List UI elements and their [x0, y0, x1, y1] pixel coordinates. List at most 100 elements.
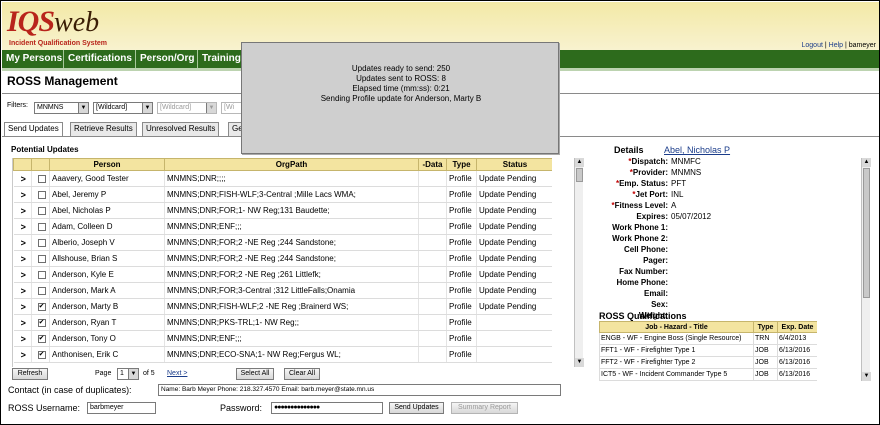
- filter-select-4[interactable]: [Wi: [221, 102, 243, 114]
- send-updates-button[interactable]: Send Updates: [389, 402, 444, 414]
- page-select[interactable]: 1 ▼: [117, 368, 139, 380]
- table-row[interactable]: > Anderson, Kyle E MNMNS;DNR;FOR;2 -NE Reg…: [13, 266, 552, 283]
- expand-chevron-icon[interactable]: >: [13, 234, 32, 251]
- refresh-button[interactable]: Refresh: [12, 368, 48, 380]
- row-checkbox[interactable]: [31, 202, 50, 219]
- detail-label-text: Work Phone 2:: [612, 234, 668, 243]
- scroll-thumb[interactable]: [576, 168, 583, 182]
- details-scrollbar[interactable]: ▲ ▼: [861, 158, 871, 381]
- row-checkbox[interactable]: ✔: [31, 346, 50, 363]
- unchecked-checkbox[interactable]: [37, 238, 46, 247]
- exp-date-column-header[interactable]: Exp. Date: [777, 321, 817, 333]
- row-checkbox[interactable]: [31, 218, 50, 235]
- table-row[interactable]: > Anderson, Mark A MNMNS;DNR;FOR;3-Central…: [13, 282, 552, 299]
- tab-unresolved-results[interactable]: Unresolved Results: [142, 122, 220, 136]
- scroll-thumb[interactable]: [863, 168, 870, 298]
- job-cell: ENGB - WF - Engine Boss (Single Resource…: [599, 332, 754, 345]
- expand-chevron-icon[interactable]: >: [13, 298, 32, 315]
- expand-chevron-icon[interactable]: >: [13, 170, 32, 187]
- scroll-down-icon[interactable]: ▼: [575, 358, 584, 367]
- unchecked-checkbox[interactable]: [37, 254, 46, 263]
- table-row[interactable]: ENGB - WF - Engine Boss (Single Resource…: [599, 332, 817, 345]
- table-row[interactable]: FFT1 - WF - Firefighter Type 1 JOB 6/13/20…: [599, 344, 817, 357]
- type-column-header[interactable]: Type: [753, 321, 778, 333]
- tab-retrieve-results[interactable]: Retrieve Results: [70, 122, 137, 136]
- nav-person-org[interactable]: Person/Org: [140, 53, 194, 64]
- unchecked-checkbox[interactable]: [37, 222, 46, 231]
- tab-send-updates[interactable]: Send Updates: [4, 122, 63, 137]
- row-checkbox[interactable]: [31, 282, 50, 299]
- expand-chevron-icon[interactable]: >: [13, 314, 32, 331]
- table-row[interactable]: ICT5 - WF - Incident Commander Type 5 JOB…: [599, 368, 817, 381]
- expand-chevron-icon[interactable]: >: [13, 250, 32, 267]
- expand-chevron-icon[interactable]: >: [13, 346, 32, 363]
- ross-qualifications-table: Job - Hazard - Title Type Exp. Date ENGB…: [599, 321, 817, 381]
- row-checkbox[interactable]: ✔: [31, 298, 50, 315]
- contact-field[interactable]: Name: Barb Meyer Phone: 218.327.4570 Ema…: [158, 384, 561, 396]
- detail-row: Home Phone:: [586, 278, 816, 289]
- nav-training[interactable]: Training: [202, 53, 241, 64]
- scroll-up-icon[interactable]: ▲: [862, 158, 871, 167]
- table-row[interactable]: > Abel, Nicholas P MNMNS;DNR;FOR;1- NW Reg…: [13, 202, 552, 219]
- clear-all-button[interactable]: Clear All: [284, 368, 320, 380]
- details-person-link[interactable]: Abel, Nicholas P: [664, 145, 730, 155]
- expand-chevron-icon[interactable]: >: [13, 202, 32, 219]
- summary-report-button[interactable]: Summary Report: [451, 402, 518, 414]
- checked-checkbox[interactable]: ✔: [37, 334, 46, 343]
- iqs-logo[interactable]: IQSweb Incident Qualification System: [7, 5, 107, 47]
- row-checkbox[interactable]: [31, 266, 50, 283]
- scroll-up-icon[interactable]: ▲: [575, 158, 584, 167]
- expand-chevron-icon[interactable]: >: [13, 282, 32, 299]
- type-column-header[interactable]: Type: [446, 158, 477, 171]
- table-row[interactable]: > Allshouse, Brian S MNMNS;DNR;FOR;2 -NE R…: [13, 250, 552, 267]
- checked-checkbox[interactable]: ✔: [37, 302, 46, 311]
- filter-select-1[interactable]: MNMNS ▼: [34, 102, 89, 114]
- select-all-button[interactable]: Select All: [236, 368, 274, 380]
- table-row[interactable]: > Abel, Jeremy P MNMNS;DNR;FISH-WLF;3-Cent…: [13, 186, 552, 203]
- data-column-header[interactable]: -Data: [418, 158, 447, 171]
- unchecked-checkbox[interactable]: [37, 270, 46, 279]
- table-row[interactable]: > Alberio, Joseph V MNMNS;DNR;FOR;2 -NE Re…: [13, 234, 552, 251]
- table-row[interactable]: > ✔ Anderson, Tony O MNMNS;DNR;ENF;;; Profil…: [13, 330, 552, 347]
- table-row[interactable]: > Aaavery, Good Tester MNMNS;DNR;;;; Profil…: [13, 170, 552, 187]
- table-row[interactable]: > ✔ Anderson, Marty B MNMNS;DNR;FISH-WLF;2 …: [13, 298, 552, 315]
- unchecked-checkbox[interactable]: [37, 206, 46, 215]
- expand-chevron-icon[interactable]: >: [13, 330, 32, 347]
- scroll-down-icon[interactable]: ▼: [862, 372, 871, 381]
- checked-checkbox[interactable]: ✔: [37, 350, 46, 359]
- table-row[interactable]: > ✔ Anderson, Ryan T MNMNS;DNR;PKS-TRL;1- N…: [13, 314, 552, 331]
- expand-chevron-icon[interactable]: >: [13, 266, 32, 283]
- potential-updates-scrollbar[interactable]: ▲ ▼: [574, 158, 584, 367]
- ross-username-field[interactable]: barbmeyer: [87, 402, 156, 414]
- status-column-header[interactable]: Status: [476, 158, 552, 171]
- next-page-link[interactable]: Next >: [167, 370, 187, 377]
- detail-label: Work Phone 2:: [612, 234, 668, 243]
- filter-select-2[interactable]: [Wildcard] ▼: [93, 102, 153, 114]
- checked-checkbox[interactable]: ✔: [37, 318, 46, 327]
- job-column-header[interactable]: Job - Hazard - Title: [599, 321, 754, 333]
- table-row[interactable]: > ✔ Anthonisen, Erik C MNMNS;DNR;ECO-SNA;1-…: [13, 346, 552, 363]
- row-checkbox[interactable]: [31, 186, 50, 203]
- row-checkbox[interactable]: [31, 170, 50, 187]
- person-column-header[interactable]: Person: [49, 158, 165, 171]
- unchecked-checkbox[interactable]: [37, 286, 46, 295]
- orgpath-column-header[interactable]: OrgPath: [164, 158, 419, 171]
- expand-chevron-icon[interactable]: >: [13, 186, 32, 203]
- logout-link[interactable]: Logout: [802, 42, 823, 49]
- table-row[interactable]: > Adam, Colleen D MNMNS;DNR;ENF;;; Profile U…: [13, 218, 552, 235]
- help-link[interactable]: Help: [829, 42, 843, 49]
- expand-chevron-icon[interactable]: >: [13, 218, 32, 235]
- unchecked-checkbox[interactable]: [37, 190, 46, 199]
- table-row[interactable]: FFT2 - WF - Firefighter Type 2 JOB 6/13/20…: [599, 356, 817, 369]
- row-checkbox[interactable]: ✔: [31, 314, 50, 331]
- password-field[interactable]: ●●●●●●●●●●●●●●: [271, 402, 383, 414]
- unchecked-checkbox[interactable]: [37, 174, 46, 183]
- filter-select-3[interactable]: [Wildcard] ▼: [157, 102, 217, 114]
- row-checkbox[interactable]: [31, 250, 50, 267]
- row-checkbox[interactable]: ✔: [31, 330, 50, 347]
- person-cell: Anthonisen, Erik C: [49, 346, 165, 363]
- nav-my-persons[interactable]: My Persons: [6, 53, 62, 64]
- nav-certifications[interactable]: Certifications: [68, 53, 132, 64]
- row-checkbox[interactable]: [31, 234, 50, 251]
- password-label: Password:: [220, 403, 263, 413]
